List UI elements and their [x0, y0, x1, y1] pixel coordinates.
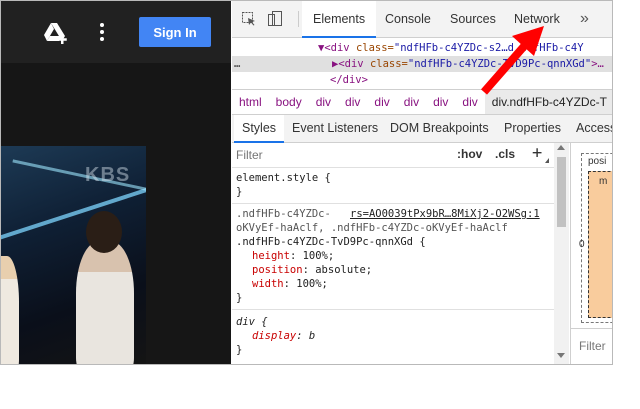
user-agent-selector[interactable]: div { [236, 315, 268, 329]
breadcrumb-item[interactable]: div [426, 90, 455, 114]
scroll-thumb[interactable] [557, 157, 566, 227]
rule-selector[interactable]: oKVyEf-haAclf, .ndfHFb-c4YZDc-oKVyEf-haA… [236, 221, 508, 235]
breadcrumb-item[interactable]: div [397, 90, 426, 114]
rule-close-brace: } [236, 292, 243, 304]
video-watermark: KBS [85, 164, 131, 186]
rule-divider [232, 309, 554, 310]
styles-pane: :hov .cls + element.style { } .ndfHFb-c4… [232, 143, 554, 364]
css-property[interactable]: height: 100%; [252, 249, 334, 263]
sign-in-button[interactable]: Sign In [139, 17, 211, 47]
scroll-down-icon[interactable] [557, 353, 565, 358]
video-frame[interactable]: KBS [1, 146, 146, 364]
dom-node[interactable]: ▼<div class="ndfHFb-c4YZDc-s2…d ndfHFb-c… [232, 40, 612, 56]
new-style-rule-icon[interactable]: + [532, 143, 542, 163]
box-model-value[interactable]: 0 [579, 239, 585, 250]
computed-filter-input[interactable]: Filter [579, 339, 606, 353]
box-model-pane: posi m 0 Filter [570, 143, 612, 364]
subtab-dom-breakpoints[interactable]: DOM Breakpoints [382, 115, 497, 142]
device-toolbar-icon[interactable] [268, 11, 282, 27]
rule-divider [232, 203, 554, 204]
styles-filter-input[interactable] [236, 146, 444, 163]
subtab-event-listeners[interactable]: Event Listeners [284, 115, 386, 142]
dom-tree: ▼<div class="ndfHFb-c4YZDc-s2…d ndfHFb-c… [232, 38, 612, 88]
css-property[interactable]: width: 100%; [252, 277, 328, 291]
breadcrumb-item[interactable]: div [338, 90, 367, 114]
dom-node[interactable]: </div> [232, 72, 612, 88]
element-style-selector[interactable]: element.style { [236, 171, 331, 185]
page-viewport: Sign In KBS [1, 1, 231, 364]
devtools-panel: Elements Console Sources Network » ▼<div… [232, 1, 612, 364]
stylesheet-link[interactable]: rs=AO0039tPx9bR…8MiXj2-O2WSg:1 [350, 207, 540, 221]
dom-node-selected[interactable]: … ▶<div class="ndfHFb-c4YZDc-TvD9Pc-qnnXG… [232, 56, 612, 72]
devtools-tab-bar: Elements Console Sources Network » [232, 1, 612, 38]
cls-toggle[interactable]: .cls [495, 147, 515, 161]
rule-close-brace: } [236, 344, 243, 356]
subtab-accessibility[interactable]: Access [568, 115, 612, 142]
more-tabs-icon[interactable]: » [580, 10, 589, 28]
drive-add-icon[interactable] [43, 21, 69, 45]
scroll-up-icon[interactable] [557, 145, 565, 150]
computed-filter: Filter [571, 328, 612, 364]
box-model-margin[interactable]: m [588, 171, 612, 318]
subtab-properties[interactable]: Properties [496, 115, 569, 142]
more-options-icon[interactable] [98, 21, 106, 43]
dom-ellipsis-icon[interactable]: … [234, 56, 240, 72]
breadcrumb-item[interactable]: body [269, 90, 309, 114]
breadcrumb-item[interactable]: div [367, 90, 396, 114]
styles-subtab-bar: Styles Event Listeners DOM Breakpoints P… [232, 115, 612, 143]
performer-figure [1, 256, 19, 364]
subtab-styles[interactable]: Styles [234, 115, 285, 143]
rule-selector[interactable]: .ndfHFb-c4YZDc-TvD9Pc-qnnXGd { [236, 235, 426, 249]
breadcrumb: html body div div div div div div div.ndfHFb-c4Y… [232, 89, 612, 115]
page-header: Sign In [1, 1, 231, 63]
tab-console[interactable]: Console [374, 1, 442, 37]
inspect-element-icon[interactable] [242, 12, 256, 26]
tab-separator [298, 11, 299, 27]
breadcrumb-item[interactable]: div [309, 90, 338, 114]
styles-scrollbar[interactable] [554, 143, 569, 364]
hov-toggle[interactable]: :hov [457, 147, 482, 161]
rule-menu-triangle-icon[interactable] [545, 158, 549, 163]
performer-figure [76, 211, 134, 364]
rule-selector[interactable]: .ndfHFb-c4YZDc- [236, 207, 331, 221]
red-arrow-annotation-icon [480, 26, 544, 95]
rule-close-brace: } [236, 186, 243, 198]
breadcrumb-item[interactable]: html [232, 90, 269, 114]
css-property[interactable]: position: absolute; [252, 263, 372, 277]
css-property[interactable]: display: b [252, 329, 315, 343]
tab-elements[interactable]: Elements [302, 1, 377, 38]
styles-filter-bar: :hov .cls + [232, 143, 554, 168]
